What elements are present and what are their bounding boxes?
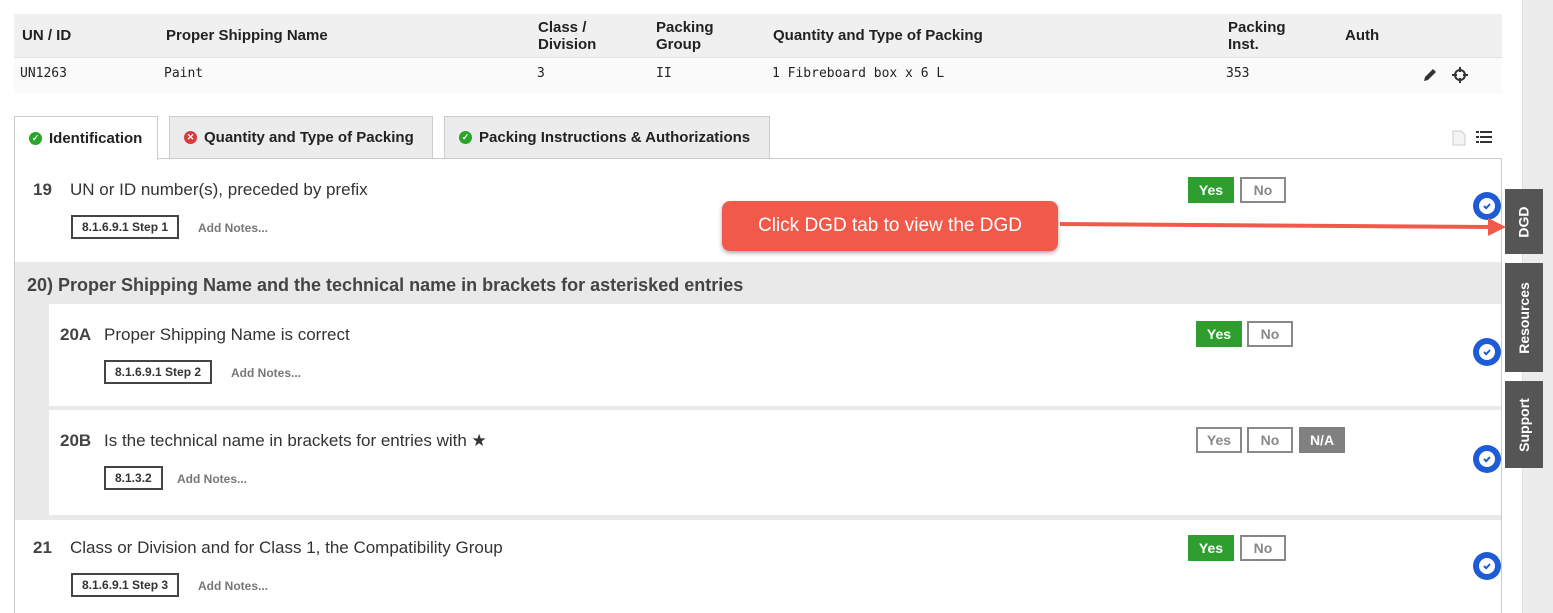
complete-check-icon[interactable] xyxy=(1473,445,1501,473)
side-tab-label: Resources xyxy=(1516,281,1532,354)
reference-badge: 8.1.6.9.1 Step 1 xyxy=(71,215,180,239)
tab-packing-instructions[interactable]: ✓ Packing Instructions & Authorizations xyxy=(444,116,770,158)
document-icon[interactable] xyxy=(1452,130,1466,146)
instruction-callout: Click DGD tab to view the DGD xyxy=(722,201,1058,251)
add-notes-link[interactable]: Add Notes... xyxy=(231,366,301,380)
header-class-line1: Class / xyxy=(538,19,587,36)
cell-quantity-type: 1 Fibreboard box x 6 L xyxy=(772,66,945,81)
tab-identification[interactable]: ✓ Identification xyxy=(14,116,158,160)
reference-badge: 8.1.6.9.1 Step 3 xyxy=(71,573,180,597)
no-button[interactable]: No xyxy=(1240,535,1286,561)
cell-packing-group: II xyxy=(656,66,672,81)
complete-check-icon[interactable] xyxy=(1473,338,1501,366)
callout-arrow xyxy=(1059,218,1506,236)
complete-check-icon[interactable] xyxy=(1473,552,1501,580)
tab-toolbar xyxy=(1452,130,1492,146)
cell-proper-shipping-name: Paint xyxy=(164,66,204,81)
add-notes-link[interactable]: Add Notes... xyxy=(198,221,268,235)
yes-button[interactable]: Yes xyxy=(1188,177,1234,203)
tab-quantity-packing[interactable]: ✕ Quantity and Type of Packing xyxy=(169,116,433,158)
question-text: UN or ID number(s), preceded by prefix xyxy=(70,180,368,199)
tab-label: Identification xyxy=(49,130,143,147)
header-quantity-type: Quantity and Type of Packing xyxy=(773,27,983,44)
question-number: 19 xyxy=(33,180,52,199)
check-circle-icon: ✓ xyxy=(459,131,472,144)
yes-button[interactable]: Yes xyxy=(1196,427,1242,453)
crosshair-icon[interactable] xyxy=(1452,67,1468,83)
question-20b-card: 20B Is the technical name in brackets fo… xyxy=(49,410,1501,515)
header-packing-group-line1: Packing xyxy=(656,19,714,36)
header-auth: Auth xyxy=(1345,27,1380,44)
side-tab-support[interactable]: Support xyxy=(1505,381,1543,468)
yes-button[interactable]: Yes xyxy=(1196,321,1242,347)
side-tab-label: Support xyxy=(1516,397,1532,452)
reference-badge: 8.1.3.2 xyxy=(104,466,163,490)
header-packing-inst-line1: Packing xyxy=(1228,19,1286,36)
yes-button[interactable]: Yes xyxy=(1188,535,1234,561)
header-packing-group-line2: Group xyxy=(656,36,701,53)
header-class-line2: Division xyxy=(538,36,597,53)
header-un-id: UN / ID xyxy=(22,27,72,44)
check-circle-icon: ✓ xyxy=(29,132,42,145)
no-button[interactable]: No xyxy=(1240,177,1286,203)
question-number: 21 xyxy=(33,538,52,557)
tab-label: Packing Instructions & Authorizations xyxy=(479,129,751,146)
reference-badge: 8.1.6.9.1 Step 2 xyxy=(104,360,213,384)
no-button[interactable]: No xyxy=(1247,427,1293,453)
side-tab-resources[interactable]: Resources xyxy=(1505,263,1543,372)
cell-class: 3 xyxy=(537,66,545,81)
shipment-summary-table: UN / ID Proper Shipping Name Class / Div… xyxy=(14,14,1502,94)
question-text: Is the technical name in brackets for en… xyxy=(104,431,487,450)
cell-un-id: UN1263 xyxy=(20,66,67,81)
error-circle-icon: ✕ xyxy=(184,131,197,144)
question-text: Proper Shipping Name is correct xyxy=(104,325,350,344)
add-notes-link[interactable]: Add Notes... xyxy=(198,579,268,593)
summary-header-row: UN / ID Proper Shipping Name Class / Div… xyxy=(14,14,1502,58)
header-proper-shipping-name: Proper Shipping Name xyxy=(166,27,328,44)
side-tab-dgd[interactable]: DGD xyxy=(1505,189,1543,254)
no-button[interactable]: No xyxy=(1247,321,1293,347)
pencil-icon[interactable] xyxy=(1422,67,1438,83)
side-tab-label: DGD xyxy=(1516,205,1532,238)
add-notes-link[interactable]: Add Notes... xyxy=(177,472,247,486)
tab-label: Quantity and Type of Packing xyxy=(204,129,414,146)
header-packing-inst-line2: Inst. xyxy=(1228,36,1259,53)
section-title: 20) Proper Shipping Name and the technic… xyxy=(27,275,744,295)
question-20a-card: 20A Proper Shipping Name is correct 8.1.… xyxy=(49,304,1501,406)
list-icon[interactable] xyxy=(1476,130,1492,144)
cell-packing-inst: 353 xyxy=(1226,66,1250,81)
row-actions xyxy=(1422,67,1468,83)
na-button[interactable]: N/A xyxy=(1299,427,1345,453)
question-text: Class or Division and for Class 1, the C… xyxy=(70,538,503,557)
question-number: 20A xyxy=(60,325,92,344)
question-number: 20B xyxy=(60,431,92,450)
